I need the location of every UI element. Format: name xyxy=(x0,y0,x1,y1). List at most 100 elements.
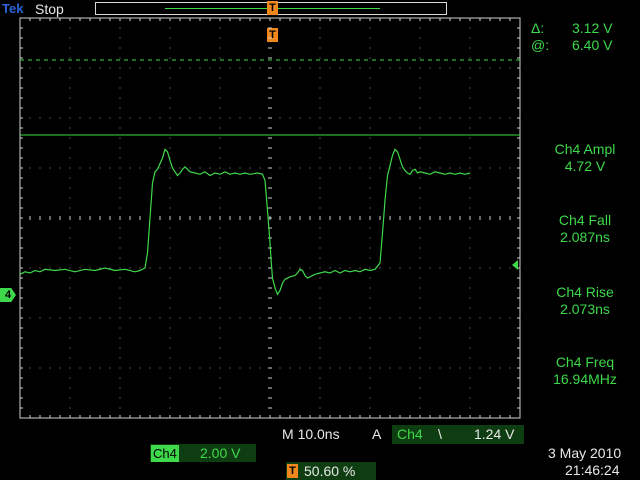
trigger-level: 1.24 V xyxy=(474,426,515,442)
grid-dot xyxy=(239,167,241,169)
grid-dot xyxy=(389,367,391,369)
grid-dot xyxy=(79,117,81,119)
grid-dot xyxy=(419,137,421,139)
grid-dot xyxy=(89,117,91,119)
grid-dot xyxy=(469,287,471,289)
grid-dot xyxy=(419,347,421,349)
grid-dot xyxy=(319,187,321,189)
grid-dot xyxy=(49,167,51,169)
grid-dot xyxy=(169,377,171,379)
grid-dot xyxy=(369,367,371,369)
grid-dot xyxy=(419,157,421,159)
grid-dot xyxy=(219,87,221,89)
grid-dot xyxy=(369,67,371,69)
grid-dot xyxy=(469,197,471,199)
grid-dot xyxy=(319,347,321,349)
grid-dot xyxy=(149,117,151,119)
grid-dot xyxy=(119,37,121,39)
grid-dot xyxy=(199,167,201,169)
trigger-position-icon: T xyxy=(287,464,298,478)
grid-dot xyxy=(219,387,221,389)
grid-dot xyxy=(139,117,141,119)
grid-dot xyxy=(219,177,221,179)
grid-dot xyxy=(469,187,471,189)
grid-dot xyxy=(369,47,371,49)
grid-dot xyxy=(119,347,121,349)
grid-dot xyxy=(299,317,301,319)
grid-dot xyxy=(399,67,401,69)
grid-dot xyxy=(469,207,471,209)
grid-dot xyxy=(509,267,511,269)
grid-dot xyxy=(169,407,171,409)
grid-dot xyxy=(69,57,71,59)
grid-dot xyxy=(319,337,321,339)
grid-dot xyxy=(119,247,121,249)
measurement-rise-label: Ch4 Rise xyxy=(556,284,614,300)
grid-dot xyxy=(259,167,261,169)
date-display: 3 May 2010 xyxy=(548,445,622,461)
measurement-ampl-label: Ch4 Ampl xyxy=(554,141,616,157)
grid-dot xyxy=(139,367,141,369)
grid-dot xyxy=(169,137,171,139)
grid-dot xyxy=(479,167,481,169)
grid-dot xyxy=(469,117,471,119)
grid-dot xyxy=(469,377,471,379)
grid-dot xyxy=(369,157,371,159)
grid-dot xyxy=(369,107,371,109)
measurement-ampl-value: 4.72 V xyxy=(564,158,606,174)
grid-dot xyxy=(149,67,151,69)
grid-dot xyxy=(69,287,71,289)
grid-dot xyxy=(499,367,501,369)
grid-dot xyxy=(329,117,331,119)
grid-dot xyxy=(189,167,191,169)
grid-dot xyxy=(219,157,221,159)
grid-dot xyxy=(189,267,191,269)
grid-dot xyxy=(469,47,471,49)
grid-dot xyxy=(109,317,111,319)
grid-dot xyxy=(469,237,471,239)
grid-dot xyxy=(159,167,161,169)
grid-dot xyxy=(459,267,461,269)
grid-dot xyxy=(399,167,401,169)
grid-dot xyxy=(49,367,51,369)
grid-dot xyxy=(389,267,391,269)
grid-dot xyxy=(319,287,321,289)
grid-dot xyxy=(429,367,431,369)
grid-dot xyxy=(69,397,71,399)
grid-dot xyxy=(229,167,231,169)
grid-dot xyxy=(69,47,71,49)
grid-dot xyxy=(419,267,421,269)
grid-dot xyxy=(179,67,181,69)
grid-dot xyxy=(419,197,421,199)
grid-dot xyxy=(369,347,371,349)
vertical-channel-label: Ch4 xyxy=(151,445,179,462)
grid-dot xyxy=(69,227,71,229)
grid-dot xyxy=(119,117,121,119)
grid-dot xyxy=(469,137,471,139)
grid-dot xyxy=(99,167,101,169)
grid-dot xyxy=(369,397,371,399)
grid-dot xyxy=(369,77,371,79)
grid-dot xyxy=(399,367,401,369)
grid-dot xyxy=(209,317,211,319)
grid-dot xyxy=(69,37,71,39)
grid-dot xyxy=(349,117,351,119)
grid-dot xyxy=(29,67,31,69)
grid-dot xyxy=(419,227,421,229)
grid-dot xyxy=(389,317,391,319)
grid-dot xyxy=(469,337,471,339)
grid-dot xyxy=(69,297,71,299)
grid-dot xyxy=(229,317,231,319)
grid-dot xyxy=(169,397,171,399)
grid-dot xyxy=(29,117,31,119)
grid-dot xyxy=(219,207,221,209)
grid-dot xyxy=(69,67,71,69)
grid-dot xyxy=(49,117,51,119)
grid-dot xyxy=(419,307,421,309)
grid-dot xyxy=(119,277,121,279)
grid-dot xyxy=(479,67,481,69)
grid-dot xyxy=(139,267,141,269)
grid-dot xyxy=(319,107,321,109)
grid-dot xyxy=(279,367,281,369)
grid-dot xyxy=(319,37,321,39)
